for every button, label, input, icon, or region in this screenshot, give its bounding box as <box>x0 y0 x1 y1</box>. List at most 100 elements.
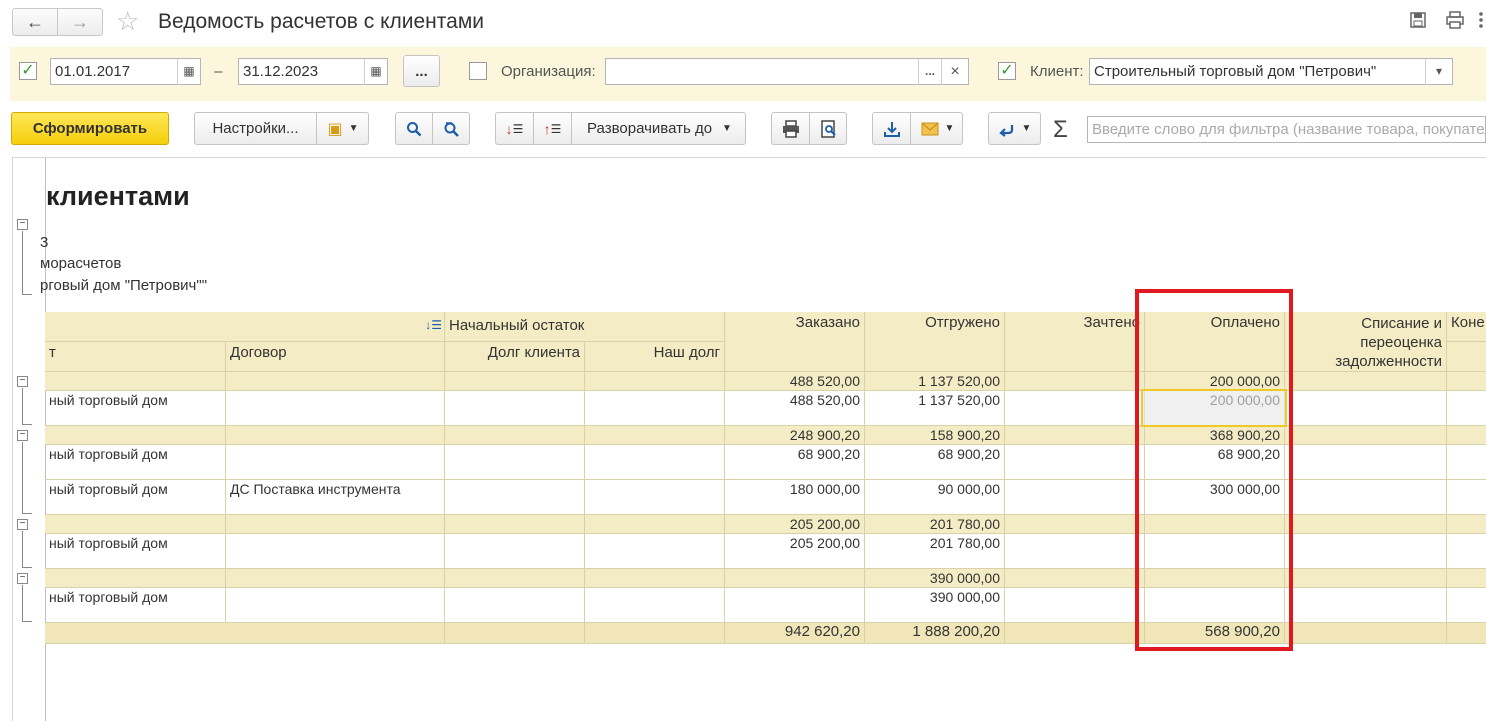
search-next-button[interactable] <box>433 113 470 144</box>
table-row-cell[interactable]: 201 780,00 <box>865 534 1005 569</box>
totals-row-cell[interactable]: 942 620,20 <box>725 623 865 644</box>
table-row-cell[interactable] <box>725 588 865 623</box>
group-row-cell[interactable] <box>1447 515 1486 534</box>
table-row-cell[interactable] <box>1285 480 1447 515</box>
table-row-cell[interactable] <box>226 445 445 480</box>
group-row-cell[interactable] <box>445 569 585 588</box>
expand-to-button[interactable]: Разворачивать до ▼ <box>572 113 747 144</box>
table-row-cell[interactable] <box>226 534 445 569</box>
settings-variants-button[interactable]: ▣ ▼ <box>317 113 369 144</box>
table-row-cell[interactable]: ный торговый дом <box>45 534 226 569</box>
totals-row-cell[interactable] <box>445 623 585 644</box>
group-row-cell[interactable] <box>1285 372 1447 391</box>
calendar-icon[interactable]: ▦ <box>364 58 388 85</box>
generate-button[interactable]: Сформировать <box>11 112 169 145</box>
group-row-cell[interactable] <box>226 372 445 391</box>
group-row-cell[interactable] <box>585 569 725 588</box>
collapse-icon[interactable]: − <box>17 219 28 230</box>
table-row-cell[interactable]: 90 000,00 <box>865 480 1005 515</box>
group-row-cell[interactable] <box>445 515 585 534</box>
totals-row-cell[interactable] <box>1285 623 1447 644</box>
collapse-icon[interactable]: − <box>17 430 28 441</box>
print-icon[interactable] <box>1444 11 1466 31</box>
save-to-file-button[interactable] <box>873 113 911 144</box>
table-row-cell[interactable] <box>585 391 725 426</box>
group-row-cell[interactable] <box>1447 372 1486 391</box>
organization-select-button[interactable]: ... <box>918 58 942 85</box>
print-preview-button[interactable] <box>810 113 848 144</box>
table-row-cell[interactable] <box>445 445 585 480</box>
group-row-cell[interactable] <box>1005 426 1145 445</box>
table-row-cell[interactable] <box>1005 480 1145 515</box>
group-row-cell[interactable]: 205 200,00 <box>725 515 865 534</box>
collapse-icon[interactable]: − <box>17 573 28 584</box>
back-button[interactable]: ← <box>12 8 58 36</box>
table-row-cell[interactable] <box>585 445 725 480</box>
table-row-cell[interactable]: 68 900,20 <box>865 445 1005 480</box>
group-row-cell[interactable] <box>585 426 725 445</box>
totals-row-cell[interactable] <box>1447 623 1486 644</box>
table-row-cell[interactable]: 390 000,00 <box>865 588 1005 623</box>
table-row-cell[interactable] <box>1447 445 1486 480</box>
totals-row-cell[interactable]: 1 888 200,20 <box>865 623 1005 644</box>
totals-row-cell[interactable] <box>45 623 445 644</box>
table-row-cell[interactable] <box>445 391 585 426</box>
organization-clear-icon[interactable]: × <box>941 58 969 85</box>
table-row-cell[interactable]: ный торговый дом <box>45 445 226 480</box>
table-row-cell[interactable] <box>585 480 725 515</box>
period-select-button[interactable]: ... <box>403 55 440 87</box>
table-row-cell[interactable] <box>445 534 585 569</box>
group-row-cell[interactable] <box>1447 569 1486 588</box>
table-row-cell[interactable] <box>1005 445 1145 480</box>
send-email-button[interactable]: ▼ <box>911 113 964 144</box>
group-row-cell[interactable]: 248 900,20 <box>725 426 865 445</box>
sort-reverse-button[interactable]: ↑ ☰ <box>534 113 572 144</box>
totals-row-cell[interactable] <box>585 623 725 644</box>
table-row-cell[interactable]: ный торговый дом <box>45 391 226 426</box>
group-row-cell[interactable]: 390 000,00 <box>865 569 1005 588</box>
organization-field[interactable] <box>605 58 919 85</box>
group-row-cell[interactable] <box>45 426 226 445</box>
table-row-cell[interactable] <box>1285 588 1447 623</box>
sum-icon[interactable]: Σ <box>1053 116 1068 144</box>
group-row-cell[interactable] <box>1005 569 1145 588</box>
calendar-icon[interactable]: ▦ <box>177 58 201 85</box>
group-row-cell[interactable] <box>226 569 445 588</box>
group-row-cell[interactable]: 488 520,00 <box>725 372 865 391</box>
period-checkbox[interactable]: ✓ <box>19 62 37 80</box>
group-row-cell[interactable] <box>445 372 585 391</box>
sort-indicator-icon[interactable]: ↓☰ <box>425 316 442 334</box>
client-checkbox[interactable]: ✓ <box>998 62 1016 80</box>
group-row-cell[interactable] <box>585 515 725 534</box>
more-icon[interactable] <box>1470 11 1486 31</box>
table-row-cell[interactable] <box>226 588 445 623</box>
collapse-icon[interactable]: − <box>17 376 28 387</box>
table-row-cell[interactable] <box>1447 391 1486 426</box>
client-field[interactable]: Строительный торговый дом "Петрович" <box>1089 58 1427 85</box>
group-row-cell[interactable] <box>725 569 865 588</box>
table-row-cell[interactable]: 180 000,00 <box>725 480 865 515</box>
table-row-cell[interactable]: 68 900,20 <box>725 445 865 480</box>
table-row-cell[interactable]: ДС Поставка инструмента <box>226 480 445 515</box>
group-row-cell[interactable] <box>1447 426 1486 445</box>
table-row-cell[interactable] <box>226 391 445 426</box>
table-row-cell[interactable] <box>1285 391 1447 426</box>
forward-button[interactable]: → <box>57 8 103 36</box>
group-row-cell[interactable] <box>585 372 725 391</box>
table-row-cell[interactable] <box>1285 534 1447 569</box>
group-row-cell[interactable] <box>1285 426 1447 445</box>
table-row-cell[interactable] <box>445 480 585 515</box>
print-button[interactable] <box>772 113 810 144</box>
group-row-cell[interactable] <box>226 515 445 534</box>
table-row-cell[interactable] <box>585 534 725 569</box>
group-row-cell[interactable] <box>45 569 226 588</box>
table-row-cell[interactable] <box>1005 534 1145 569</box>
group-row-cell[interactable] <box>445 426 585 445</box>
group-row-cell[interactable] <box>1285 515 1447 534</box>
table-row-cell[interactable]: ный торговый дом <box>45 588 226 623</box>
group-row-cell[interactable]: 1 137 520,00 <box>865 372 1005 391</box>
table-row-cell[interactable] <box>1447 480 1486 515</box>
favorite-star-icon[interactable]: ☆ <box>116 7 139 35</box>
actions-button[interactable]: ▼ <box>988 112 1041 145</box>
save-icon[interactable] <box>1407 11 1429 31</box>
